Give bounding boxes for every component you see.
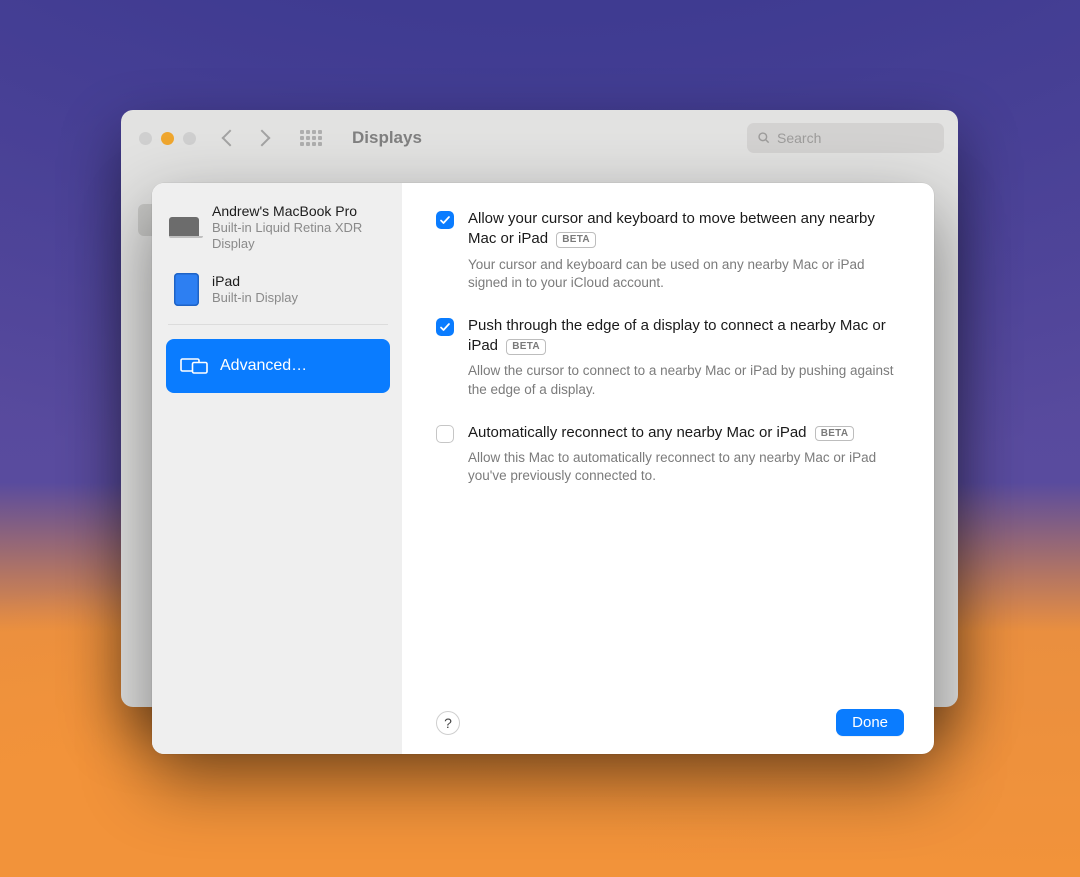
macbook-icon (170, 203, 202, 253)
search-field[interactable]: Search (747, 123, 944, 153)
option-description: Your cursor and keyboard can be used on … (468, 256, 904, 292)
nav-arrows (224, 132, 268, 144)
option-label: Automatically reconnect to any nearby Ma… (468, 423, 904, 443)
option-description: Allow this Mac to automatically reconnec… (468, 449, 904, 485)
sidebar-item-label: Advanced… (220, 357, 307, 375)
minimize-button[interactable] (161, 132, 174, 145)
option-auto-reconnect: Automatically reconnect to any nearby Ma… (436, 423, 904, 486)
checkbox-auto-reconnect[interactable] (436, 425, 454, 443)
option-push-through-edge: Push through the edge of a display to co… (436, 316, 904, 399)
sidebar-item-advanced[interactable]: Advanced… (166, 339, 390, 393)
window-controls (139, 132, 196, 145)
search-icon (757, 131, 771, 145)
device-name: iPad (212, 273, 298, 289)
ipad-icon (170, 273, 202, 306)
help-button[interactable]: ? (436, 711, 460, 735)
beta-badge: BETA (556, 232, 596, 248)
option-description: Allow the cursor to connect to a nearby … (468, 362, 904, 398)
titlebar: Displays Search (121, 110, 958, 166)
zoom-button[interactable] (183, 132, 196, 145)
option-label: Allow your cursor and keyboard to move b… (468, 209, 904, 250)
checkbox-allow-cursor-keyboard[interactable] (436, 211, 454, 229)
show-all-icon[interactable] (300, 130, 324, 146)
forward-button[interactable] (254, 130, 271, 147)
search-placeholder: Search (777, 130, 821, 146)
checkbox-push-through-edge[interactable] (436, 318, 454, 336)
done-button[interactable]: Done (836, 709, 904, 736)
sheet-footer: ? Done (436, 699, 904, 736)
beta-badge: BETA (815, 426, 855, 442)
device-row-macbook[interactable]: Andrew's MacBook Pro Built-in Liquid Ret… (164, 193, 392, 261)
close-button[interactable] (139, 132, 152, 145)
device-subtitle: Built-in Display (212, 290, 298, 306)
sheet-content: Allow your cursor and keyboard to move b… (402, 183, 934, 754)
beta-badge: BETA (506, 339, 546, 355)
sidebar-divider (168, 324, 388, 325)
option-label: Push through the edge of a display to co… (468, 316, 904, 357)
sheet-sidebar: Andrew's MacBook Pro Built-in Liquid Ret… (152, 183, 402, 754)
device-name: Andrew's MacBook Pro (212, 203, 386, 219)
window-title: Displays (352, 128, 422, 148)
option-allow-cursor-keyboard: Allow your cursor and keyboard to move b… (436, 209, 904, 292)
device-row-ipad[interactable]: iPad Built-in Display (164, 263, 392, 314)
advanced-displays-sheet: Andrew's MacBook Pro Built-in Liquid Ret… (152, 183, 934, 754)
device-subtitle: Built-in Liquid Retina XDR Display (212, 220, 386, 253)
back-button[interactable] (222, 130, 239, 147)
displays-icon (180, 356, 208, 376)
